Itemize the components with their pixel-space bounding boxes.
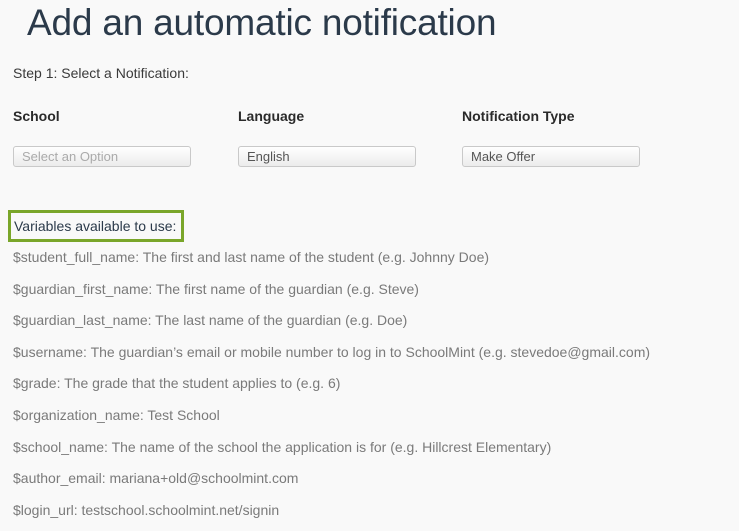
school-select[interactable]: Select an Option <box>13 146 191 167</box>
page-title: Add an automatic notification <box>27 2 497 43</box>
language-select[interactable]: English <box>238 146 416 167</box>
variable-guardian-last-name: $guardian_last_name: The last name of th… <box>13 312 408 329</box>
variable-student-full-name: $student_full_name: The first and last n… <box>13 249 490 265</box>
variable-username: $username: The guardian’s email or mobil… <box>13 343 651 360</box>
variable-grade: $grade: The grade that the student appli… <box>13 375 341 392</box>
variables-list: $student_full_name: The first and last n… <box>13 247 650 531</box>
variable-school-name: $school_name: The name of the school the… <box>13 438 552 455</box>
variable-organization-name: $organization_name: Test School <box>13 406 220 423</box>
notification-type-select[interactable]: Make Offer <box>462 146 640 167</box>
variable-login-url: $login_url: testschool.schoolmint.net/si… <box>13 501 280 518</box>
step-label: Step 1: Select a Notification: <box>13 65 189 81</box>
variables-heading: Variables available to use: <box>8 210 184 242</box>
language-label: Language <box>238 108 305 124</box>
school-label: School <box>13 108 60 124</box>
notification-type-label: Notification Type <box>462 108 575 124</box>
variable-author-email: $author_email: mariana+old@schoolmint.co… <box>13 470 299 487</box>
variable-guardian-first-name: $guardian_first_name: The first name of … <box>13 280 419 297</box>
